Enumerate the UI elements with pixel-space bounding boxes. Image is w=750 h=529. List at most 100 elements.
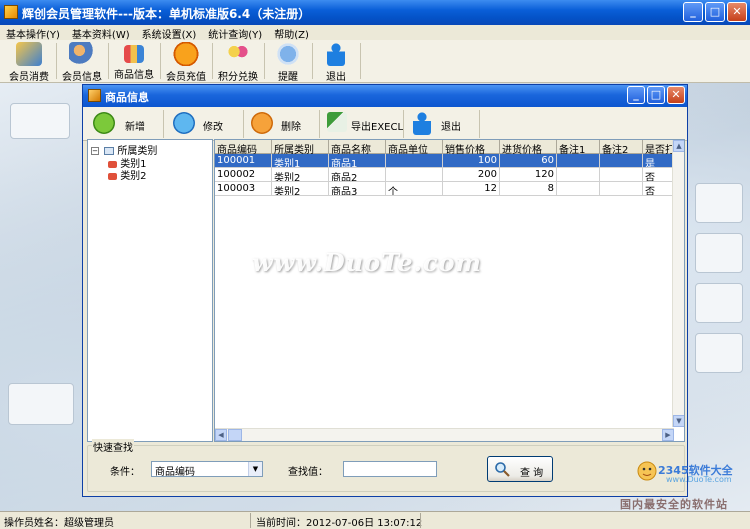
child-maximize-button[interactable]: □ bbox=[647, 86, 665, 104]
cell-note2 bbox=[600, 168, 643, 182]
toolbar-product-info-button[interactable]: 商品信息 bbox=[110, 41, 158, 81]
product-info-window: 商品信息 _ □ ✕ 新增 修改 删除 导出EXECL 退出 − 所属类别 类别… bbox=[82, 84, 688, 497]
cell-sale-price: 200 bbox=[443, 168, 500, 182]
delete-icon bbox=[251, 112, 273, 134]
main-toolbar: 会员消费 会员信息 商品信息 会员充值 积分兑换 提醒 退出 bbox=[0, 40, 750, 83]
menu-basic-data[interactable]: 基本资料(W) bbox=[66, 25, 136, 41]
search-button[interactable]: 查 询 bbox=[487, 456, 553, 482]
product-window-title-bar: 商品信息 _ □ ✕ bbox=[83, 85, 687, 107]
cell-note2 bbox=[600, 182, 643, 196]
members-icon bbox=[69, 42, 95, 66]
child-close-button[interactable]: ✕ bbox=[667, 86, 685, 104]
export-arrow-icon bbox=[327, 112, 347, 132]
cell-name: 商品1 bbox=[329, 154, 386, 168]
edit-check-icon bbox=[173, 112, 195, 134]
export-excel-button[interactable]: 导出EXECL bbox=[321, 110, 403, 138]
toolbar-member-info-button[interactable]: 会员信息 bbox=[58, 41, 106, 83]
cell-note1 bbox=[557, 182, 600, 196]
tree-table-icon bbox=[104, 147, 115, 155]
brand-url: www.DuoTe.com bbox=[666, 475, 732, 484]
grid-header: 商品编码 所属类别 商品名称 商品单位 销售价格 进货价格 备注1 备注2 是否… bbox=[215, 140, 684, 154]
cell-sale-price: 12 bbox=[443, 182, 500, 196]
collapse-icon[interactable]: − bbox=[91, 147, 99, 155]
column-header-category[interactable]: 所属类别 bbox=[272, 140, 329, 154]
add-button[interactable]: 新增 bbox=[87, 110, 159, 138]
watermark-text: www.DuoTe.com bbox=[252, 248, 482, 277]
operator-status: 操作员姓名：超级管理员 bbox=[4, 518, 114, 529]
magnifier-icon bbox=[494, 461, 510, 477]
cell-sale-price: 100 bbox=[443, 154, 500, 168]
toolbar-reminder-button[interactable]: 提醒 bbox=[266, 41, 310, 83]
delete-button[interactable]: 删除 bbox=[245, 110, 317, 138]
cell-unit bbox=[386, 154, 443, 168]
category-tree: − 所属类别 类别1 类别2 bbox=[87, 139, 213, 442]
toolbar-exit-button[interactable]: 退出 bbox=[314, 41, 358, 83]
menu-basic-ops[interactable]: 基本操作(Y) bbox=[0, 25, 66, 41]
corner-logo: 2345软件大全 www.DuoTe.com 国内最安全的软件站 bbox=[618, 458, 750, 511]
menu-help[interactable]: 帮助(Z) bbox=[268, 25, 315, 41]
scroll-right-icon[interactable]: ▶ bbox=[662, 429, 674, 441]
add-icon bbox=[93, 112, 115, 134]
column-header-note2[interactable]: 备注2 bbox=[600, 140, 643, 154]
cell-code: 100003 bbox=[215, 182, 272, 196]
cell-code: 100002 bbox=[215, 168, 272, 182]
menu-system-settings[interactable]: 系统设置(X) bbox=[136, 25, 203, 41]
horizontal-scrollbar[interactable]: ◀ ▶ bbox=[215, 428, 674, 441]
scroll-up-icon[interactable]: ▲ bbox=[673, 140, 684, 152]
product-grid: 商品编码 所属类别 商品名称 商品单位 销售价格 进货价格 备注1 备注2 是否… bbox=[214, 139, 685, 442]
chevron-down-icon[interactable]: ▼ bbox=[248, 462, 262, 476]
tree-node-category-2[interactable]: 类别2 bbox=[108, 167, 147, 182]
scroll-down-icon[interactable]: ▼ bbox=[673, 415, 684, 427]
time-status: 当前时间：2012-07-06日 13:07:12 bbox=[256, 518, 423, 529]
exit-person-icon bbox=[327, 42, 345, 66]
product-window-title: 商品信息 bbox=[105, 91, 149, 104]
brand-mascot-icon bbox=[637, 461, 657, 481]
cell-purchase-price: 60 bbox=[500, 154, 557, 168]
quick-search-legend: 快速查找 bbox=[92, 439, 134, 454]
column-header-purchase-price[interactable]: 进货价格 bbox=[500, 140, 557, 154]
cell-code: 100001 bbox=[215, 154, 272, 168]
brand-slogan: 国内最安全的软件站 bbox=[620, 498, 728, 511]
menu-statistics[interactable]: 统计查询(Y) bbox=[202, 25, 268, 41]
cell-note1 bbox=[557, 168, 600, 182]
menu-bar: 基本操作(Y) 基本资料(W) 系统设置(X) 统计查询(Y) 帮助(Z) bbox=[0, 25, 750, 41]
product-toolbar: 新增 修改 删除 导出EXECL 退出 bbox=[83, 107, 687, 141]
column-header-code[interactable]: 商品编码 bbox=[215, 140, 272, 154]
cell-category: 类别2 bbox=[272, 182, 329, 196]
reminder-icon bbox=[275, 42, 301, 66]
toolbar-points-exchange-button[interactable]: 积分兑换 bbox=[214, 41, 262, 83]
cell-category: 类别2 bbox=[272, 168, 329, 182]
column-header-note1[interactable]: 备注1 bbox=[557, 140, 600, 154]
quick-search-group: 快速查找 条件： 商品编码 ▼ 查找值： 查 询 bbox=[87, 439, 685, 492]
cell-note1 bbox=[557, 154, 600, 168]
toolbar-member-consume-button[interactable]: 会员消费 bbox=[4, 41, 54, 83]
child-minimize-button[interactable]: _ bbox=[627, 86, 645, 104]
maximize-button[interactable]: □ bbox=[705, 2, 725, 22]
cell-purchase-price: 8 bbox=[500, 182, 557, 196]
cell-note2 bbox=[600, 154, 643, 168]
exit-person-icon bbox=[413, 111, 431, 135]
card-payment-icon bbox=[16, 42, 42, 66]
column-header-sale-price[interactable]: 销售价格 bbox=[443, 140, 500, 154]
products-icon bbox=[124, 45, 144, 63]
window-icon bbox=[88, 89, 101, 102]
child-exit-button[interactable]: 退出 bbox=[407, 110, 477, 138]
edit-button[interactable]: 修改 bbox=[167, 110, 239, 138]
tree-node-label: 类别2 bbox=[120, 171, 147, 182]
vertical-scrollbar[interactable]: ▲ ▼ bbox=[672, 140, 684, 427]
search-value-input[interactable] bbox=[343, 461, 437, 477]
condition-select[interactable]: 商品编码 ▼ bbox=[151, 461, 263, 478]
toolbar-recharge-button[interactable]: 会员充值 bbox=[162, 41, 210, 83]
cell-unit: 个 bbox=[386, 182, 443, 196]
window-title: 辉创会员管理软件---版本：单机标准版6.4（未注册） bbox=[22, 7, 311, 21]
cell-name: 商品3 bbox=[329, 182, 386, 196]
minimize-button[interactable]: _ bbox=[683, 2, 703, 22]
search-value-label: 查找值： bbox=[288, 467, 328, 478]
main-title-bar: 辉创会员管理软件---版本：单机标准版6.4（未注册） _ □ ✕ bbox=[0, 0, 750, 25]
column-header-name[interactable]: 商品名称 bbox=[329, 140, 386, 154]
close-button[interactable]: ✕ bbox=[727, 2, 747, 22]
horizontal-scroll-thumb[interactable] bbox=[228, 429, 242, 441]
cell-unit bbox=[386, 168, 443, 182]
scroll-left-icon[interactable]: ◀ bbox=[215, 429, 227, 441]
column-header-unit[interactable]: 商品单位 bbox=[386, 140, 443, 154]
